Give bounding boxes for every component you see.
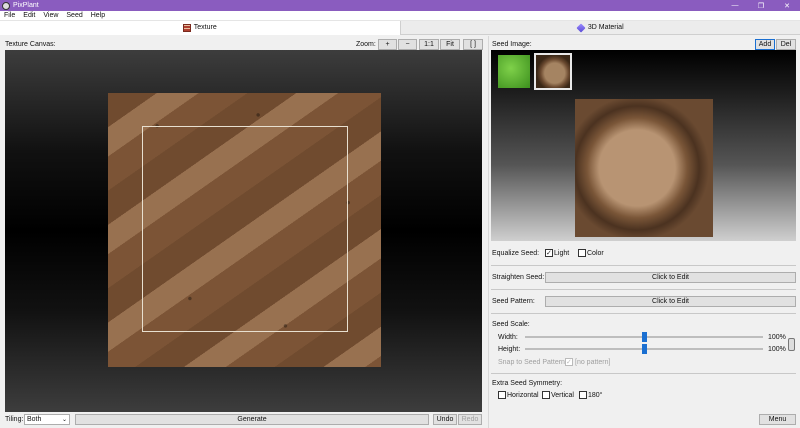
- snap-value: [no pattern]: [575, 359, 611, 366]
- light-checkbox[interactable]: [545, 249, 553, 257]
- width-slider-thumb[interactable]: [642, 332, 647, 342]
- tiling-value: Both: [27, 416, 42, 423]
- tiling-select[interactable]: Both ⌄: [24, 414, 70, 425]
- seed-preview-image[interactable]: [575, 99, 713, 237]
- equalize-seed-label: Equalize Seed:: [492, 250, 540, 257]
- seed-thumb-dirt[interactable]: [534, 53, 572, 90]
- menu-help[interactable]: Help: [87, 12, 109, 19]
- texture-icon: [182, 23, 191, 32]
- menu-file[interactable]: File: [0, 12, 19, 19]
- undo-button[interactable]: Undo: [433, 414, 457, 425]
- link-icon[interactable]: [788, 338, 795, 351]
- separator: [491, 373, 796, 374]
- width-label: Width:: [498, 334, 518, 341]
- zoom-actual-button[interactable]: 1:1: [419, 39, 439, 50]
- maximize-icon[interactable]: ❐: [748, 0, 774, 11]
- title-bar: PixPlant — ❐ ✕: [0, 0, 800, 11]
- separator: [491, 265, 796, 266]
- redo-button[interactable]: Redo: [458, 414, 482, 425]
- seed-panel: Seed Image: Add Del Equalize Seed: Light…: [488, 36, 800, 428]
- zoom-label: Zoom:: [356, 41, 376, 48]
- width-slider[interactable]: [525, 332, 763, 342]
- height-value: 100%: [768, 346, 786, 353]
- texture-canvas[interactable]: [5, 50, 482, 412]
- zoom-in-button[interactable]: +: [378, 39, 397, 50]
- app-icon: [2, 1, 10, 10]
- color-checkbox[interactable]: [578, 249, 586, 257]
- zoom-full-button[interactable]: [ ]: [463, 39, 483, 50]
- tab-texture-label: Texture: [193, 24, 217, 31]
- snap-checkbox[interactable]: [565, 358, 573, 366]
- tiling-label: Tiling:: [5, 416, 24, 423]
- cube-icon: [576, 22, 586, 33]
- window-controls: — ❐ ✕: [722, 0, 800, 11]
- menu-edit[interactable]: Edit: [19, 12, 39, 19]
- tab-texture[interactable]: Texture: [0, 21, 400, 35]
- zoom-out-button[interactable]: −: [398, 39, 417, 50]
- color-label: Color: [587, 250, 604, 257]
- vertical-label: Vertical: [551, 392, 574, 399]
- vertical-checkbox[interactable]: [542, 391, 550, 399]
- window-title: PixPlant: [13, 2, 39, 9]
- seed-scale-label: Seed Scale:: [492, 321, 530, 328]
- separator: [491, 289, 796, 290]
- seed-image-area: [491, 50, 796, 241]
- height-slider-thumb[interactable]: [642, 344, 647, 354]
- menu-seed[interactable]: Seed: [62, 12, 86, 19]
- horizontal-checkbox[interactable]: [498, 391, 506, 399]
- delete-seed-button[interactable]: Del: [776, 39, 796, 50]
- seed-thumb-grass[interactable]: [498, 55, 530, 88]
- texture-canvas-label: Texture Canvas:: [5, 41, 56, 48]
- width-value: 100%: [768, 334, 786, 341]
- seed-image-label: Seed Image:: [492, 41, 532, 48]
- height-label: Height:: [498, 346, 521, 353]
- generated-texture: [108, 93, 381, 367]
- menu-view[interactable]: View: [39, 12, 62, 19]
- light-label: Light: [554, 250, 570, 257]
- tile-selection-box[interactable]: [142, 126, 348, 332]
- minimize-icon[interactable]: —: [722, 0, 748, 11]
- height-slider[interactable]: [525, 344, 763, 354]
- generate-button[interactable]: Generate: [75, 414, 429, 425]
- menu-bar: File Edit View Seed Help: [0, 11, 800, 21]
- rotate-180-checkbox[interactable]: [579, 391, 587, 399]
- rotate-180-label: 180°: [588, 392, 603, 399]
- seed-pattern-label: Seed Pattern:: [492, 298, 535, 305]
- close-icon[interactable]: ✕: [774, 0, 800, 11]
- straighten-seed-label: Straighten Seed:: [492, 274, 545, 281]
- add-seed-button[interactable]: Add: [755, 39, 775, 50]
- tab-3d-material-label: 3D Material: [587, 24, 624, 31]
- menu-button[interactable]: Menu: [759, 414, 796, 425]
- zoom-fit-button[interactable]: Fit: [440, 39, 460, 50]
- texture-panel: Texture Canvas: Zoom: + − 1:1 Fit [ ] Ti…: [0, 36, 487, 428]
- tab-3d-material[interactable]: 3D Material: [399, 21, 800, 35]
- separator: [491, 313, 796, 314]
- extra-symmetry-label: Extra Seed Symmetry:: [492, 380, 563, 387]
- tab-bar: Texture 3D Material: [0, 21, 800, 35]
- horizontal-label: Horizontal: [507, 392, 539, 399]
- snap-label: Snap to Seed Pattern:: [498, 359, 567, 366]
- pattern-edit-button[interactable]: Click to Edit: [545, 296, 796, 307]
- straighten-edit-button[interactable]: Click to Edit: [545, 272, 796, 283]
- chevron-down-icon: ⌄: [61, 417, 67, 423]
